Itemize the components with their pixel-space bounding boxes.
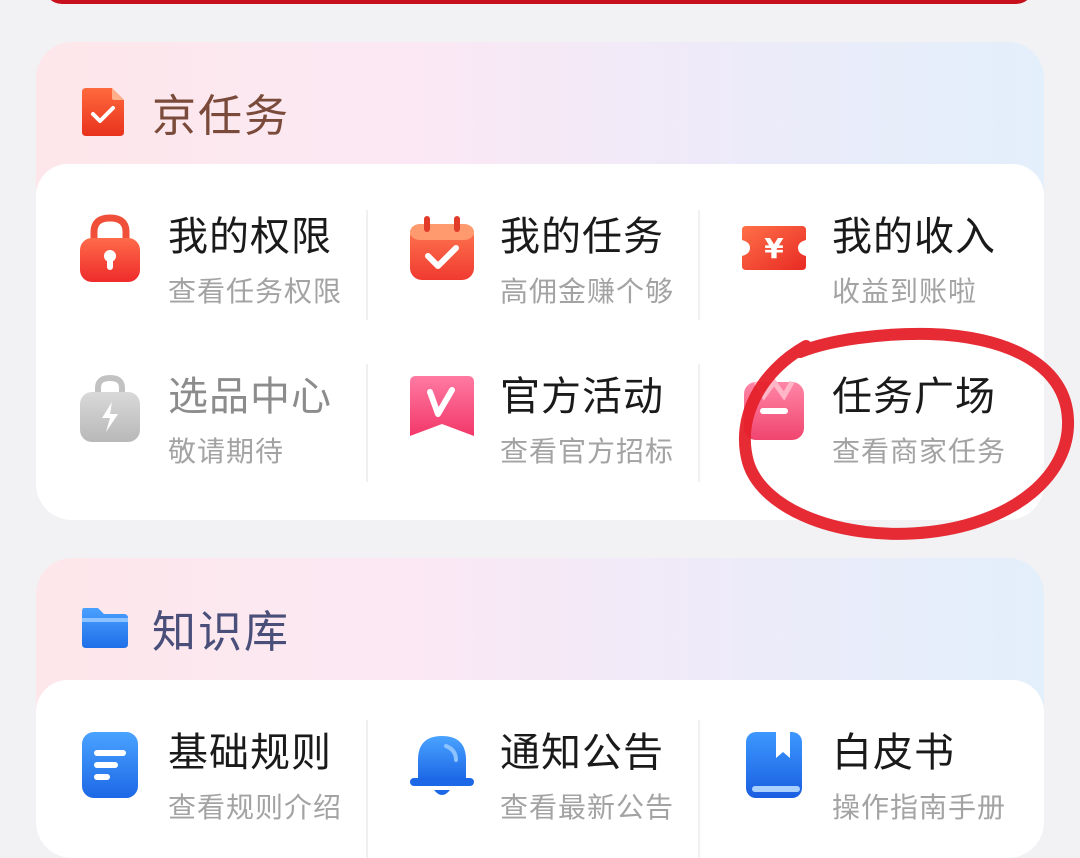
item-title: 我的权限 [168, 214, 332, 260]
v-badge-icon [410, 376, 474, 436]
item-title: 选品中心 [168, 374, 332, 420]
jd-tasks-section: 京任务 我的权限 查看任务权限 我的任务 高佣金赚个够 ¥ 我的收入 收益到账啦… [36, 42, 1044, 520]
whitepaper-item[interactable]: 白皮书 操作指南手册 [700, 680, 1030, 830]
item-subtitle: 操作指南手册 [832, 791, 1007, 824]
storefront-icon [744, 377, 804, 440]
item-title: 基础规则 [168, 730, 332, 776]
item-subtitle: 查看官方招标 [500, 435, 675, 468]
item-subtitle: 查看最新公告 [500, 791, 675, 824]
knowledge-base-section: 知识库 基础规则 查看规则介绍 通知公告 查看最新公告 白皮书 操作指南手册 [36, 558, 1044, 858]
svg-text:¥: ¥ [764, 232, 784, 265]
product-selection-item: 选品中心 敬请期待 [36, 324, 366, 474]
item-subtitle: 敬请期待 [168, 435, 285, 468]
calendar-check-icon [410, 216, 474, 280]
column-divider [366, 720, 368, 858]
top-banner-edge [44, 0, 1034, 4]
item-title: 白皮书 [832, 730, 955, 776]
document-icon [82, 732, 138, 798]
item-subtitle: 查看规则介绍 [168, 791, 343, 824]
my-income-item[interactable]: ¥ 我的收入 收益到账啦 [700, 164, 1030, 314]
basic-rules-item[interactable]: 基础规则 查看规则介绍 [36, 680, 366, 830]
column-divider [698, 720, 700, 858]
official-events-item[interactable]: 官方活动 查看官方招标 [368, 324, 698, 474]
item-subtitle: 查看商家任务 [832, 435, 1007, 468]
bell-icon [410, 736, 474, 795]
folder-icon [82, 608, 128, 648]
column-divider [698, 364, 700, 482]
shopping-bag-icon [80, 374, 140, 442]
item-subtitle: 查看任务权限 [168, 275, 343, 308]
book-icon [746, 732, 802, 798]
section-title: 京任务 [152, 91, 290, 142]
item-title: 官方活动 [500, 374, 664, 420]
jd-tasks-card: 我的权限 查看任务权限 我的任务 高佣金赚个够 ¥ 我的收入 收益到账啦 选品中… [36, 164, 1044, 520]
item-subtitle: 高佣金赚个够 [500, 275, 675, 308]
knowledge-base-header: 知识库 [36, 558, 1044, 680]
item-subtitle: 收益到账啦 [832, 275, 978, 308]
item-title: 通知公告 [500, 730, 664, 776]
column-divider [698, 210, 700, 320]
my-permissions-item[interactable]: 我的权限 查看任务权限 [36, 164, 366, 314]
lock-icon [80, 214, 140, 282]
item-title: 我的收入 [832, 214, 996, 260]
task-plaza-item[interactable]: 任务广场 查看商家任务 [700, 324, 1030, 474]
item-title: 任务广场 [832, 374, 996, 420]
announcements-item[interactable]: 通知公告 查看最新公告 [368, 680, 698, 830]
my-tasks-item[interactable]: 我的任务 高佣金赚个够 [368, 164, 698, 314]
jd-tasks-header: 京任务 [36, 42, 1044, 164]
task-document-icon [82, 88, 124, 136]
column-divider [366, 210, 368, 320]
yen-ticket-icon: ¥ [742, 226, 806, 270]
knowledge-base-card: 基础规则 查看规则介绍 通知公告 查看最新公告 白皮书 操作指南手册 [36, 680, 1044, 858]
item-title: 我的任务 [500, 214, 664, 260]
column-divider [366, 364, 368, 482]
section-title: 知识库 [152, 607, 290, 658]
